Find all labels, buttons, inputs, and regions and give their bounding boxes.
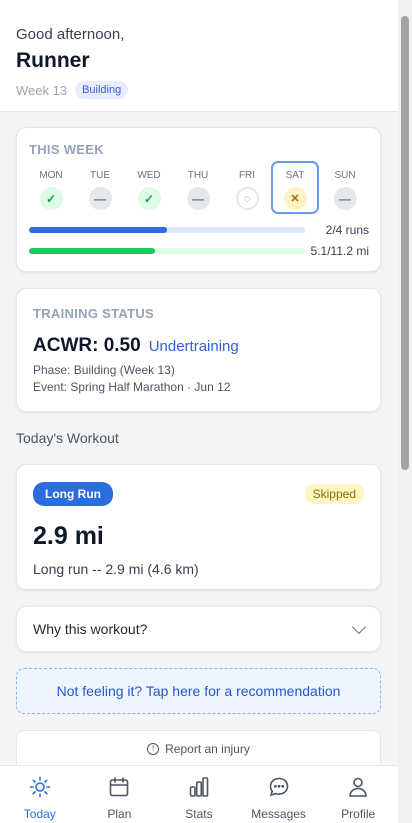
- acwr-value: ACWR: 0.50: [33, 335, 141, 356]
- day-sat[interactable]: SAT ✕: [271, 161, 319, 214]
- day-wed[interactable]: WED ✓: [125, 168, 173, 220]
- why-this-workout-toggle[interactable]: Why this workout?: [16, 606, 381, 652]
- this-week-card: THIS WEEK MON ✓ TUE — WED ✓ THU — FRI SA…: [16, 127, 381, 272]
- workout-card[interactable]: Long Run Skipped 2.9 mi Long run -- 2.9 …: [16, 464, 381, 590]
- nav-label: Today: [23, 807, 56, 821]
- week-row: Week 13 Building: [16, 81, 382, 99]
- check-icon: ✓: [137, 187, 161, 210]
- miles-progress-track: [29, 248, 305, 254]
- phase-text: Phase: Building (Week 13): [33, 363, 175, 377]
- x-icon: ✕: [283, 187, 307, 210]
- week-days: MON ✓ TUE — WED ✓ THU — FRI SAT ✕ SUN —: [27, 161, 372, 220]
- workout-distance: 2.9 mi: [33, 522, 104, 550]
- chevron-down-icon: [351, 619, 367, 634]
- info-icon: !: [147, 743, 160, 755]
- nav-label: Plan: [107, 807, 132, 821]
- phase-badge: Building: [75, 81, 129, 99]
- workout-status-badge: Skipped: [304, 484, 364, 504]
- day-label: SUN: [334, 170, 356, 181]
- dash-icon: —: [88, 187, 112, 210]
- miles-progress-text: 5.1/11.2 mi: [310, 244, 369, 258]
- miles-progress-fill: [29, 248, 155, 254]
- nav-item-messages[interactable]: Messages: [243, 775, 315, 821]
- nav-label: Stats: [185, 807, 213, 821]
- runs-progress-row: 2/4 runs: [29, 223, 369, 237]
- bar-chart-icon: [189, 777, 209, 797]
- nav-item-plan[interactable]: Plan: [83, 775, 155, 821]
- day-label: WED: [137, 170, 161, 181]
- workout-type-badge: Long Run: [33, 482, 113, 506]
- day-mon[interactable]: MON ✓: [27, 168, 75, 220]
- recommendation-button[interactable]: Not feeling it? Tap here for a recommend…: [16, 668, 381, 714]
- user-icon: [349, 777, 367, 797]
- dash-icon: —: [333, 187, 357, 210]
- nav-label: Messages: [251, 807, 306, 821]
- scrollbar[interactable]: [398, 0, 412, 823]
- header: Good afternoon, Runner Week 13 Building: [0, 0, 398, 112]
- report-injury-label: Report an injury: [165, 742, 250, 756]
- nav-item-stats[interactable]: Stats: [163, 775, 235, 821]
- event-text: Event: Spring Half Marathon · Jun 12: [33, 380, 231, 394]
- workout-description: Long run -- 2.9 mi (4.6 km): [33, 561, 199, 577]
- this-week-title: THIS WEEK: [29, 142, 104, 157]
- user-name: Runner: [16, 49, 90, 72]
- calendar-icon: [110, 777, 129, 797]
- sun-icon: [29, 776, 51, 798]
- day-tue[interactable]: TUE —: [76, 168, 124, 220]
- day-label: SAT: [285, 170, 305, 181]
- circle-icon: [235, 187, 259, 210]
- todays-workout-title: Today's Workout: [16, 430, 119, 446]
- chat-icon: [269, 777, 288, 797]
- acwr-status: Undertraining: [148, 338, 239, 355]
- greeting-text: Good afternoon,: [16, 26, 125, 43]
- day-label: THU: [187, 170, 209, 181]
- check-icon: ✓: [39, 187, 63, 210]
- scrollbar-thumb[interactable]: [401, 16, 409, 470]
- day-label: TUE: [90, 170, 110, 181]
- main-content: THIS WEEK MON ✓ TUE — WED ✓ THU — FRI SA…: [0, 112, 398, 765]
- acwr-row: ACWR: 0.50 Undertraining: [33, 335, 364, 357]
- bottom-nav: Today Plan Stats Messages Profile: [0, 765, 398, 823]
- recommendation-label: Not feeling it? Tap here for a recommend…: [56, 683, 341, 699]
- week-label: Week 13: [16, 82, 68, 98]
- miles-progress-row: 5.1/11.2 mi: [29, 244, 369, 258]
- day-label: MON: [39, 170, 63, 181]
- why-label: Why this workout?: [33, 621, 148, 637]
- nav-item-profile[interactable]: Profile: [322, 775, 394, 821]
- day-fri[interactable]: FRI: [223, 168, 271, 220]
- dash-icon: —: [186, 187, 210, 210]
- runs-progress-track: [29, 227, 305, 233]
- day-thu[interactable]: THU —: [174, 168, 222, 220]
- training-status-card: TRAINING STATUS ACWR: 0.50 Undertraining…: [16, 288, 381, 412]
- runs-progress-text: 2/4 runs: [325, 223, 369, 237]
- nav-item-today[interactable]: Today: [4, 775, 76, 821]
- day-label: FRI: [238, 170, 256, 181]
- day-sun[interactable]: SUN —: [321, 168, 369, 220]
- report-injury-button[interactable]: ! Report an injury: [16, 730, 381, 765]
- nav-label: Profile: [341, 807, 376, 821]
- runs-progress-fill: [29, 227, 167, 233]
- training-status-title: TRAINING STATUS: [33, 306, 155, 321]
